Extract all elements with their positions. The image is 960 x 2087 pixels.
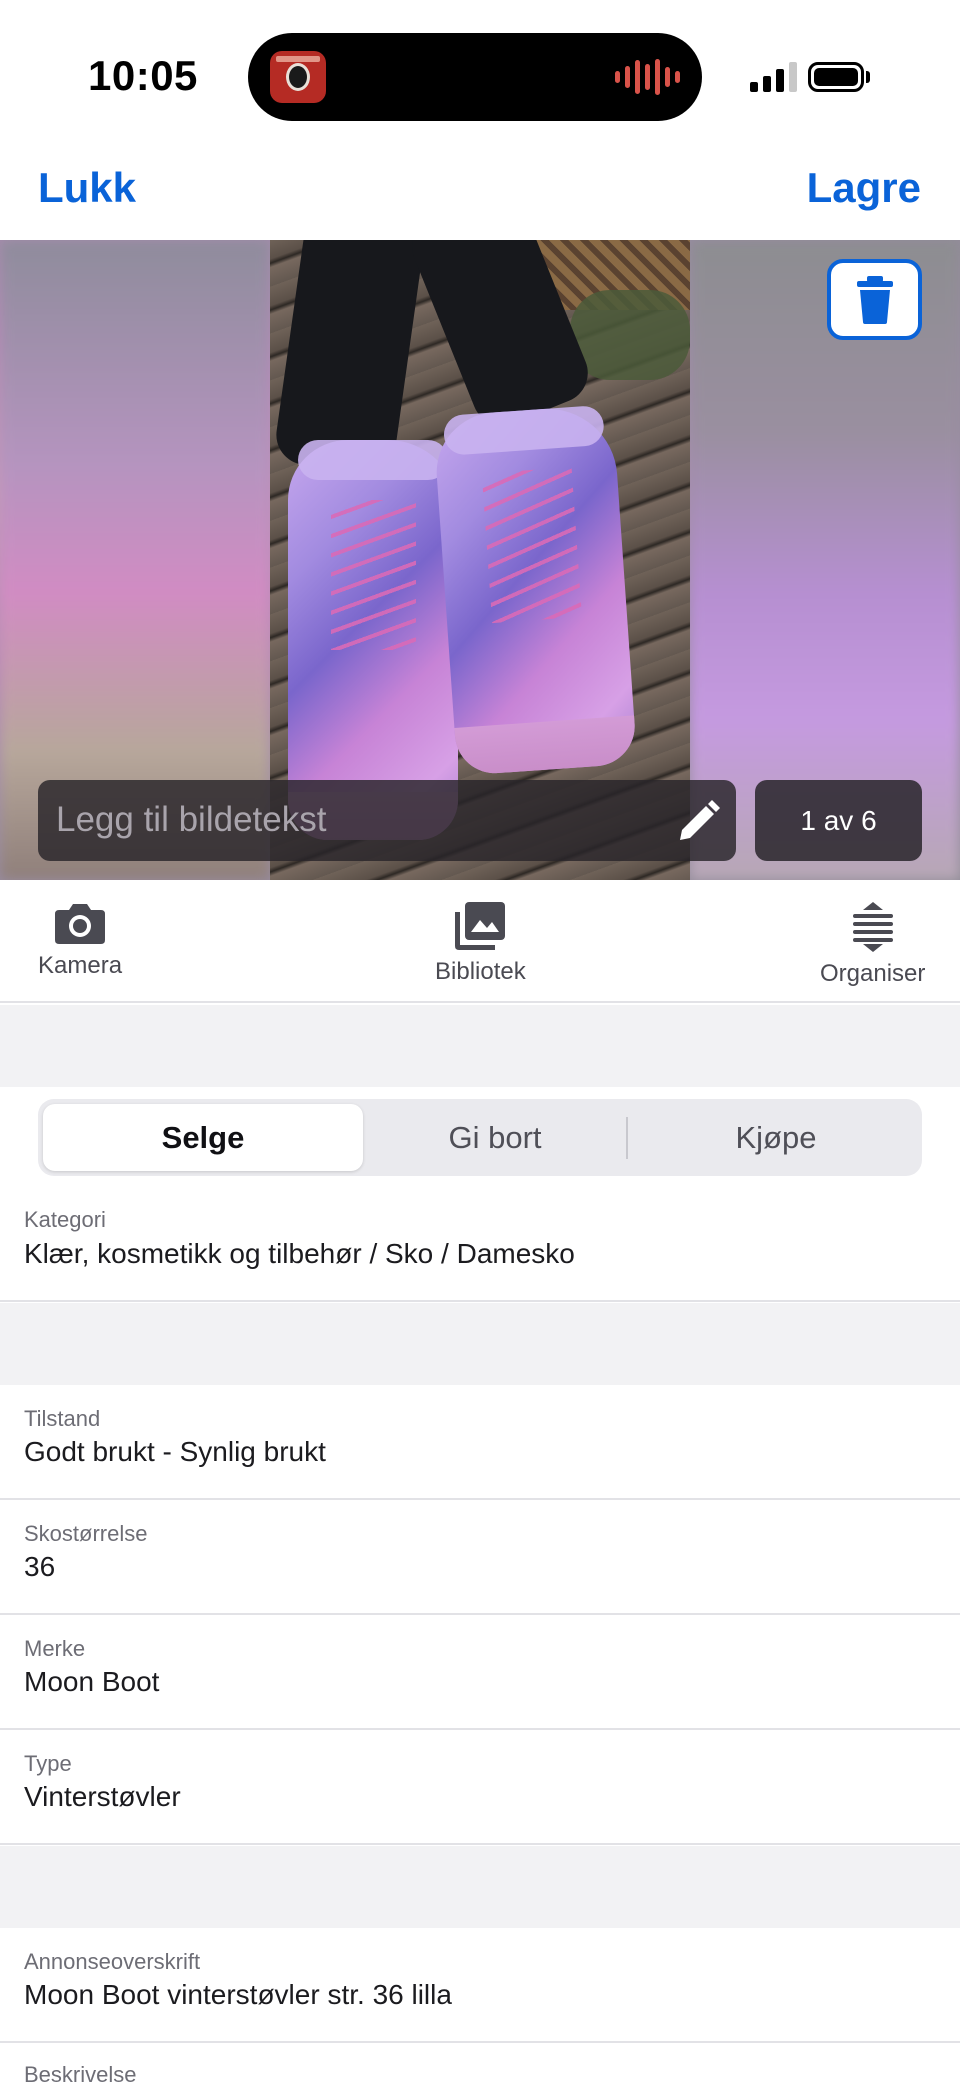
shoe-size-field[interactable]: Skostørrelse 36 [0,1501,960,1615]
camera-icon [55,904,106,944]
category-field[interactable]: Kategori Klær, kosmetikk og tilbehør / S… [0,1190,960,1302]
type-value: Vinterstøvler [24,1781,181,1812]
headline-label: Annonseoverskrift [24,1949,201,1974]
category-label: Kategori [24,1207,106,1232]
segment-sell[interactable]: Selge [43,1104,363,1171]
headline-value: Moon Boot vinterstøvler str. 36 lilla [24,1979,452,2010]
caption-placeholder: Legg til bildetekst [56,800,327,839]
description-label: Beskrivelse [24,2062,137,2087]
organize-label: Organiser [820,960,926,987]
camera-label: Kamera [38,952,123,979]
caption-input[interactable]: Legg til bildetekst [38,780,736,861]
brand-label: Merke [24,1636,86,1661]
status-time: 10:05 [88,52,198,99]
section-separator [0,1303,960,1385]
delete-photo-button[interactable] [827,259,922,340]
trash-icon [856,275,893,324]
category-value: Klær, kosmetikk og tilbehør / Sko / Dame… [24,1238,575,1269]
organize-button[interactable]: Organiser [820,902,925,988]
podcast-app-icon [270,51,326,103]
segment-buy[interactable]: Kjøpe [630,1099,922,1176]
library-button[interactable]: Bibliotek [435,902,526,986]
condition-field[interactable]: Tilstand Godt brukt - Synlig brukt [0,1386,960,1500]
dynamic-island[interactable] [248,33,702,121]
type-field[interactable]: Type Vinterstøvler [0,1731,960,1845]
waveform-icon [615,59,680,95]
reorder-icon [852,902,893,952]
photo-library-icon [455,902,506,950]
battery-icon [808,62,864,92]
cellular-signal-icon [750,62,797,92]
condition-label: Tilstand [24,1406,101,1431]
brand-field[interactable]: Merke Moon Boot [0,1616,960,1730]
segment-give-away[interactable]: Gi bort [368,1099,622,1176]
shoe-size-label: Skostørrelse [24,1521,148,1546]
photo-toolbar: Kamera Bibliotek Organiser [0,880,960,1003]
section-separator [0,1005,960,1087]
shoe-size-value: 36 [24,1551,56,1582]
photo-counter: 1 av 6 [755,780,922,861]
brand-value: Moon Boot [24,1666,160,1697]
listing-type-segmented-control: Selge Gi bort Kjøpe [38,1099,922,1176]
close-button[interactable]: Lukk [38,164,136,212]
library-label: Bibliotek [435,958,526,985]
section-separator [0,1846,960,1928]
headline-field[interactable]: Annonseoverskrift Moon Boot vinterstøvle… [0,1929,960,2043]
photo-carousel[interactable]: Legg til bildetekst 1 av 6 [0,240,960,880]
save-button[interactable]: Lagre [807,164,921,212]
condition-value: Godt brukt - Synlig brukt [24,1436,326,1467]
description-field[interactable]: Beskrivelse [0,2044,960,2087]
camera-button[interactable]: Kamera [38,902,122,980]
pencil-icon[interactable] [676,800,720,844]
status-bar: 10:05 [0,0,960,140]
type-label: Type [24,1751,72,1776]
nav-bar: Lukk Lagre [0,140,960,240]
